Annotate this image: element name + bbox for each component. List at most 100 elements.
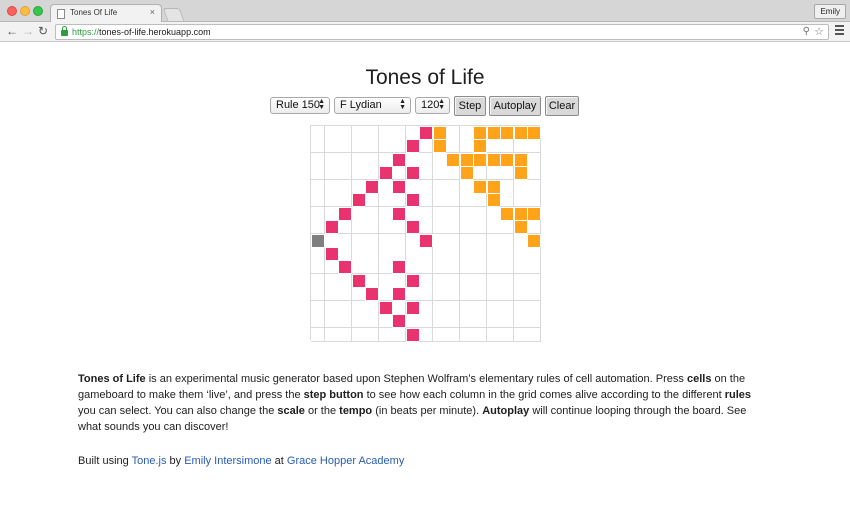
grid-cell[interactable] xyxy=(392,246,407,261)
grid-cell[interactable] xyxy=(432,327,447,342)
grid-cell[interactable] xyxy=(324,193,339,208)
grid-cell[interactable] xyxy=(486,166,501,181)
grid-cell[interactable] xyxy=(419,166,434,181)
grid-cell[interactable] xyxy=(513,287,528,302)
grid-cell[interactable] xyxy=(459,193,474,208)
grid-cell[interactable] xyxy=(324,300,339,315)
tonejs-link[interactable]: Tone.js xyxy=(132,455,167,467)
grid-cell[interactable] xyxy=(527,152,542,167)
grid-cell[interactable] xyxy=(392,126,407,140)
grid-cell[interactable] xyxy=(500,300,515,315)
grid-cell[interactable] xyxy=(392,273,407,288)
grid-cell[interactable] xyxy=(365,206,380,221)
grid-cell[interactable] xyxy=(473,193,488,208)
grid-cell[interactable] xyxy=(500,179,515,194)
grid-cell[interactable] xyxy=(351,139,366,154)
grid-cell[interactable] xyxy=(473,233,488,248)
grid-cell[interactable] xyxy=(378,139,393,154)
grid-cell[interactable] xyxy=(405,246,420,261)
grid-cell[interactable] xyxy=(405,300,420,315)
grid-cell[interactable] xyxy=(486,273,501,288)
grid-cell[interactable] xyxy=(324,260,339,275)
grid-cell[interactable] xyxy=(392,220,407,235)
grid-cell[interactable] xyxy=(378,179,393,194)
grid-cell[interactable] xyxy=(365,166,380,181)
grid-cell[interactable] xyxy=(500,193,515,208)
grid-cell[interactable] xyxy=(311,300,325,315)
address-bar[interactable]: https://tones-of-life.herokuapp.com ⚲ ☆ xyxy=(55,24,829,40)
grid-cell[interactable] xyxy=(405,273,420,288)
grid-cell[interactable] xyxy=(527,287,542,302)
grid-cell[interactable] xyxy=(459,220,474,235)
grid-cell[interactable] xyxy=(324,314,339,329)
grid-cell[interactable] xyxy=(513,166,528,181)
grid-cell[interactable] xyxy=(405,314,420,329)
grid-cell[interactable] xyxy=(324,126,339,140)
grid-cell[interactable] xyxy=(432,166,447,181)
grid-cell[interactable] xyxy=(459,152,474,167)
window-maximize-button[interactable] xyxy=(33,6,43,16)
grid-cell[interactable] xyxy=(405,287,420,302)
grid-cell[interactable] xyxy=(459,260,474,275)
grid-cell[interactable] xyxy=(365,220,380,235)
grid-cell[interactable] xyxy=(419,327,434,342)
grid-cell[interactable] xyxy=(392,314,407,329)
grid-cell[interactable] xyxy=(378,314,393,329)
grid-cell[interactable] xyxy=(446,152,461,167)
grid-cell[interactable] xyxy=(392,300,407,315)
grid-cell[interactable] xyxy=(459,314,474,329)
grid-cell[interactable] xyxy=(486,139,501,154)
grid-cell[interactable] xyxy=(473,179,488,194)
grid-cell[interactable] xyxy=(459,300,474,315)
grid-cell[interactable] xyxy=(432,179,447,194)
academy-link[interactable]: Grace Hopper Academy xyxy=(287,455,404,467)
grid-cell[interactable] xyxy=(311,327,325,342)
grid-cell[interactable] xyxy=(513,300,528,315)
tab-close-icon[interactable]: × xyxy=(150,7,155,17)
grid-cell[interactable] xyxy=(446,314,461,329)
grid-cell[interactable] xyxy=(351,246,366,261)
grid-cell[interactable] xyxy=(486,179,501,194)
grid-cell[interactable] xyxy=(432,193,447,208)
window-close-button[interactable] xyxy=(7,6,17,16)
clear-button[interactable]: Clear xyxy=(545,96,579,116)
grid-cell[interactable] xyxy=(527,260,542,275)
grid-cell[interactable] xyxy=(446,260,461,275)
grid-cell[interactable] xyxy=(351,327,366,342)
grid-cell[interactable] xyxy=(392,139,407,154)
grid-cell[interactable] xyxy=(419,300,434,315)
grid-cell[interactable] xyxy=(392,166,407,181)
grid-cell[interactable] xyxy=(311,166,325,181)
grid-cell[interactable] xyxy=(419,193,434,208)
grid-cell[interactable] xyxy=(405,126,420,140)
grid-cell[interactable] xyxy=(432,206,447,221)
grid-cell[interactable] xyxy=(527,246,542,261)
grid-cell[interactable] xyxy=(419,273,434,288)
grid-cell[interactable] xyxy=(392,260,407,275)
grid-cell[interactable] xyxy=(527,179,542,194)
grid-cell[interactable] xyxy=(486,327,501,342)
grid-cell[interactable] xyxy=(338,273,353,288)
grid-cell[interactable] xyxy=(527,314,542,329)
grid-cell[interactable] xyxy=(392,327,407,342)
grid-cell[interactable] xyxy=(324,152,339,167)
grid-cell[interactable] xyxy=(500,246,515,261)
grid-cell[interactable] xyxy=(378,246,393,261)
grid-cell[interactable] xyxy=(378,152,393,167)
grid-cell[interactable] xyxy=(351,126,366,140)
grid-cell[interactable] xyxy=(513,126,528,140)
grid-cell[interactable] xyxy=(338,166,353,181)
grid-cell[interactable] xyxy=(392,206,407,221)
grid-cell[interactable] xyxy=(500,233,515,248)
grid-cell[interactable] xyxy=(473,206,488,221)
grid-cell[interactable] xyxy=(324,327,339,342)
grid-cell[interactable] xyxy=(405,193,420,208)
grid-cell[interactable] xyxy=(446,126,461,140)
grid-cell[interactable] xyxy=(432,220,447,235)
grid-cell[interactable] xyxy=(365,300,380,315)
grid-cell[interactable] xyxy=(500,287,515,302)
grid-cell[interactable] xyxy=(351,314,366,329)
grid-cell[interactable] xyxy=(338,287,353,302)
grid-cell[interactable] xyxy=(338,300,353,315)
grid-cell[interactable] xyxy=(324,246,339,261)
